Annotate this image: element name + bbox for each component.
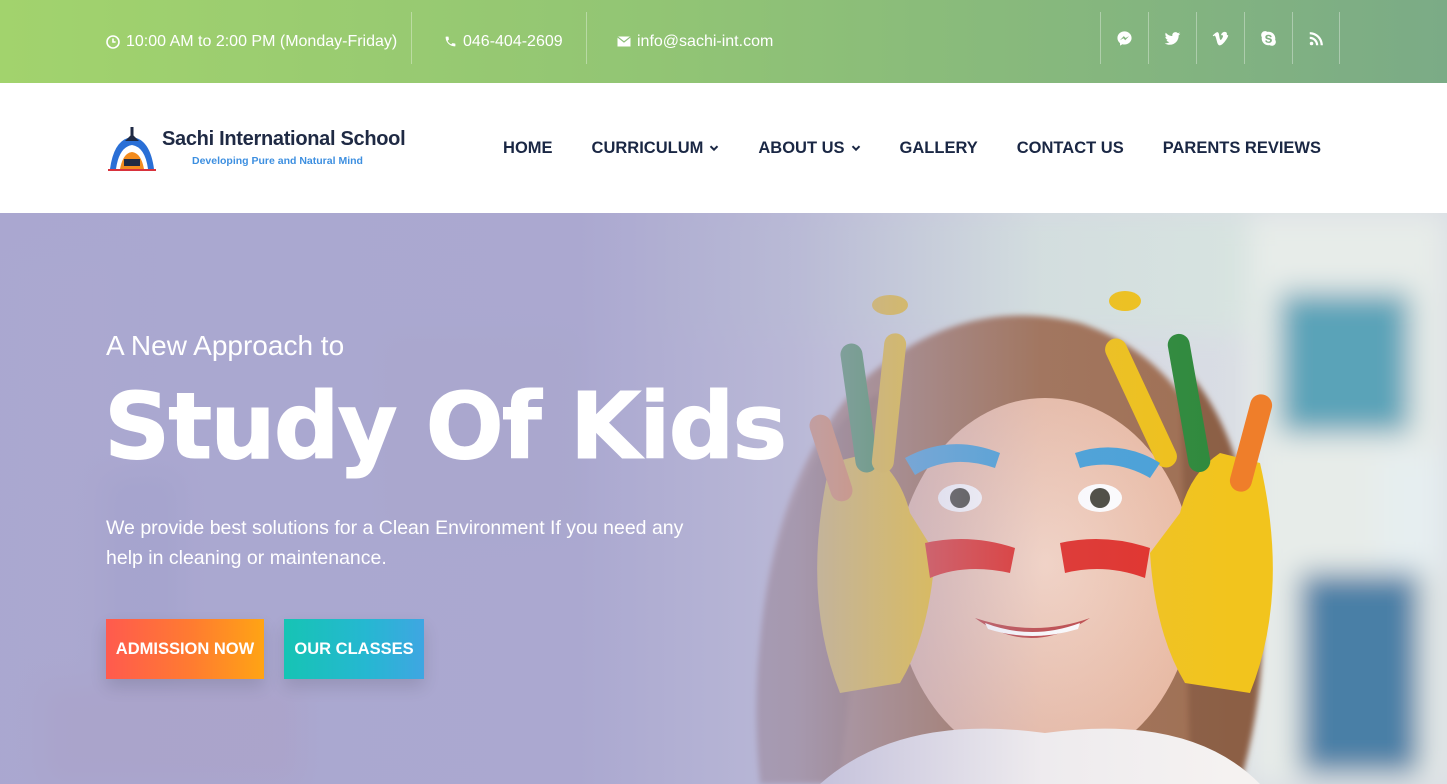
- nav-item-label: CONTACT US: [1016, 138, 1124, 157]
- chevron-down-icon: [709, 143, 719, 153]
- nav-item-home[interactable]: HOME: [503, 139, 553, 158]
- twitter-icon: [1164, 31, 1181, 45]
- school-tagline: Developing Pure and Natural Mind: [192, 155, 363, 167]
- nav-item-about-us[interactable]: ABOUT US: [758, 139, 860, 158]
- nav-item-contact-us[interactable]: CONTACT US: [1017, 139, 1124, 158]
- admission-now-button[interactable]: ADMISSION NOW: [106, 619, 264, 679]
- email-text: info@sachi-int.com: [637, 32, 774, 50]
- email-link[interactable]: info@sachi-int.com: [617, 0, 773, 83]
- vimeo-icon: [1212, 31, 1229, 45]
- nav-item-label: HOME: [503, 138, 553, 157]
- phone-icon: [443, 35, 457, 49]
- phone-text: 046-404-2609: [463, 32, 563, 50]
- top-bar: 10:00 AM to 2:00 PM (Monday-Friday) 046-…: [0, 0, 1447, 83]
- messenger-icon: [1117, 30, 1132, 46]
- skype-icon: [1261, 30, 1276, 46]
- vimeo-link[interactable]: [1196, 12, 1244, 64]
- school-logo[interactable]: Sachi International School Developing Pu…: [106, 125, 406, 173]
- hero-banner: A New Approach to Study Of Kids We provi…: [0, 213, 1447, 784]
- school-emblem-icon: [108, 127, 156, 171]
- envelope-icon: [617, 35, 631, 49]
- rss-link[interactable]: [1292, 12, 1340, 64]
- clock-icon: [106, 34, 120, 49]
- nav-item-label: CURRICULUM: [591, 138, 704, 157]
- twitter-link[interactable]: [1148, 12, 1196, 64]
- nav-item-label: PARENTS REVIEWS: [1162, 138, 1321, 157]
- social-links: [1100, 12, 1340, 64]
- school-name: Sachi International School: [162, 128, 406, 150]
- phone-link[interactable]: 046-404-2609: [443, 0, 563, 83]
- skype-link[interactable]: [1244, 12, 1292, 64]
- hero-description: We provide best solutions for a Clean En…: [106, 517, 684, 569]
- our-classes-button[interactable]: OUR CLASSES: [284, 619, 424, 679]
- messenger-link[interactable]: [1100, 12, 1148, 64]
- opening-hours: 10:00 AM to 2:00 PM (Monday-Friday): [106, 0, 397, 83]
- opening-hours-text: 10:00 AM to 2:00 PM (Monday-Friday): [126, 32, 398, 50]
- nav-item-parents-reviews[interactable]: PARENTS REVIEWS: [1163, 139, 1321, 158]
- hero-subtitle: A New Approach to: [106, 330, 345, 361]
- chevron-down-icon: [851, 143, 861, 153]
- main-navigation: HOME CURRICULUM ABOUT US GALLERY CONTACT…: [464, 83, 1321, 213]
- nav-item-label: ABOUT US: [758, 138, 845, 157]
- hero-overlay: [0, 213, 1447, 784]
- site-header: Sachi International School Developing Pu…: [0, 83, 1447, 213]
- rss-icon: [1309, 31, 1323, 45]
- topbar-divider: [586, 12, 587, 64]
- hero-title: Study Of Kids: [103, 373, 787, 480]
- topbar-divider: [411, 12, 412, 64]
- nav-item-gallery[interactable]: GALLERY: [900, 139, 978, 158]
- nav-item-label: GALLERY: [899, 138, 978, 157]
- nav-item-curriculum[interactable]: CURRICULUM: [592, 139, 720, 158]
